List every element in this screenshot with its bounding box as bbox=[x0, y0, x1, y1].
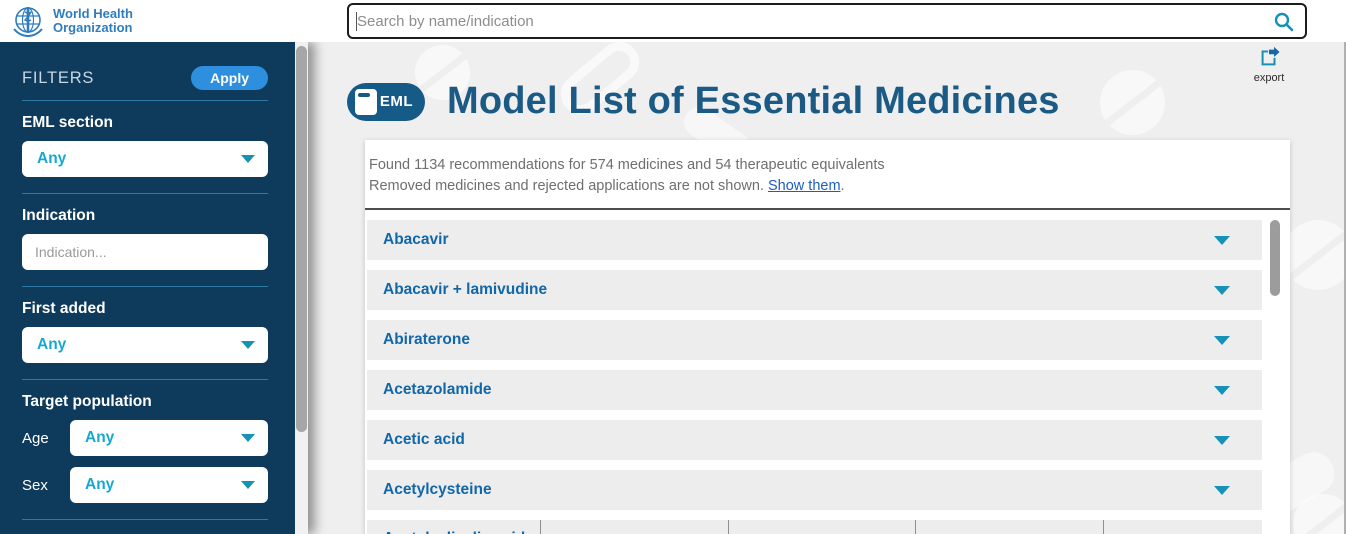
chevron-down-icon[interactable] bbox=[1214, 386, 1230, 395]
filters-panel: FILTERS Apply EML section Any Indication… bbox=[0, 42, 308, 534]
medicine-name: Abiraterone bbox=[383, 331, 470, 349]
age-label: Age bbox=[22, 430, 70, 447]
who-emblem-icon bbox=[10, 3, 46, 39]
medicine-row[interactable]: Abacavir + lamivudine bbox=[367, 270, 1262, 310]
eml-book-icon bbox=[355, 89, 377, 115]
filters-title: FILTERS bbox=[22, 69, 94, 88]
medicine-row-partial[interactable]: Acetylsalicylic acid bbox=[367, 520, 1262, 534]
first-added-value: Any bbox=[37, 336, 66, 354]
sidebar-scrollbar[interactable] bbox=[295, 42, 308, 534]
sidebar-scrollbar-thumb[interactable] bbox=[296, 46, 307, 432]
eml-badge-label: EML bbox=[380, 93, 413, 110]
chevron-down-icon bbox=[241, 341, 255, 349]
eml-badge: EML bbox=[347, 83, 425, 121]
search-input[interactable] bbox=[357, 5, 1262, 37]
list-scrollbar-thumb[interactable] bbox=[1270, 220, 1280, 296]
medicine-row[interactable]: Acetylcysteine bbox=[367, 470, 1262, 510]
first-added-label: First added bbox=[22, 300, 268, 318]
summary-line2: Removed medicines and rejected applicati… bbox=[369, 176, 1290, 197]
results-card: Found 1134 recommendations for 574 medic… bbox=[365, 140, 1290, 534]
pill-watermark bbox=[1100, 70, 1165, 135]
sex-dropdown[interactable]: Any bbox=[70, 467, 268, 503]
medicine-row[interactable]: Abacavir bbox=[367, 220, 1262, 260]
divider bbox=[22, 519, 268, 520]
age-value: Any bbox=[85, 429, 114, 447]
medicine-name: Acetazolamide bbox=[383, 381, 492, 399]
medicine-row[interactable]: Acetic acid bbox=[367, 420, 1262, 460]
divider bbox=[22, 286, 268, 287]
target-population-label: Target population bbox=[22, 393, 268, 411]
column-divider bbox=[1103, 520, 1104, 534]
medicine-name: Abacavir bbox=[383, 231, 448, 249]
who-logo-text: World Health Organization bbox=[53, 7, 133, 35]
medicine-list: Abacavir Abacavir + lamivudine Abiratero… bbox=[365, 220, 1290, 510]
sex-value: Any bbox=[85, 476, 114, 494]
main-content: export EML Model List of Essential Medic… bbox=[308, 42, 1346, 534]
medicine-name: Acetylsalicylic acid bbox=[383, 530, 525, 534]
indication-label: Indication bbox=[22, 207, 268, 225]
list-top-border bbox=[365, 208, 1290, 210]
sex-label: Sex bbox=[22, 477, 70, 494]
divider bbox=[22, 379, 268, 380]
search-icon[interactable] bbox=[1273, 11, 1295, 33]
page: World Health Organization FILTERS Apply … bbox=[0, 0, 1346, 534]
summary-line1: Found 1134 recommendations for 574 medic… bbox=[369, 155, 1290, 176]
medicine-name: Acetylcysteine bbox=[383, 481, 492, 499]
medicine-row[interactable]: Acetazolamide bbox=[367, 370, 1262, 410]
eml-section-label: EML section bbox=[22, 114, 268, 132]
column-divider bbox=[915, 520, 916, 534]
age-dropdown[interactable]: Any bbox=[70, 420, 268, 456]
summary-line2-text: Removed medicines and rejected applicati… bbox=[369, 178, 764, 194]
export-icon bbox=[1258, 46, 1280, 68]
title-row: EML Model List of Essential Medicines bbox=[347, 80, 1060, 123]
who-logo-line1: World Health bbox=[53, 7, 133, 21]
filters-sidebar: FILTERS Apply EML section Any Indication… bbox=[0, 42, 295, 534]
chevron-down-icon bbox=[241, 434, 255, 442]
column-divider bbox=[540, 520, 541, 534]
divider bbox=[22, 100, 268, 101]
medicine-row[interactable]: Abiraterone bbox=[367, 320, 1262, 360]
chevron-down-icon[interactable] bbox=[1214, 336, 1230, 345]
medicine-name: Acetic acid bbox=[383, 431, 465, 449]
chevron-down-icon[interactable] bbox=[1214, 486, 1230, 495]
indication-input[interactable] bbox=[22, 234, 268, 270]
top-header-bar: World Health Organization bbox=[0, 0, 1346, 42]
divider bbox=[22, 193, 268, 194]
search-bar bbox=[347, 3, 1307, 39]
export-label: export bbox=[1246, 72, 1292, 84]
medicine-name: Abacavir + lamivudine bbox=[383, 281, 547, 299]
column-divider bbox=[728, 520, 729, 534]
who-logo[interactable]: World Health Organization bbox=[10, 3, 133, 39]
chevron-down-icon bbox=[241, 481, 255, 489]
chevron-down-icon bbox=[241, 155, 255, 163]
first-added-dropdown[interactable]: Any bbox=[22, 327, 268, 363]
page-title: Model List of Essential Medicines bbox=[447, 80, 1060, 123]
apply-button[interactable]: Apply bbox=[191, 66, 268, 90]
eml-section-value: Any bbox=[37, 150, 66, 168]
results-summary: Found 1134 recommendations for 574 medic… bbox=[369, 155, 1290, 197]
who-logo-line2: Organization bbox=[53, 21, 133, 35]
chevron-down-icon[interactable] bbox=[1214, 286, 1230, 295]
export-button[interactable]: export bbox=[1246, 46, 1292, 84]
show-them-link[interactable]: Show them bbox=[768, 178, 841, 194]
summary-period: . bbox=[841, 178, 845, 194]
chevron-down-icon[interactable] bbox=[1214, 236, 1230, 245]
pill-watermark bbox=[1283, 220, 1346, 290]
chevron-down-icon[interactable] bbox=[1214, 436, 1230, 445]
eml-section-dropdown[interactable]: Any bbox=[22, 141, 268, 177]
